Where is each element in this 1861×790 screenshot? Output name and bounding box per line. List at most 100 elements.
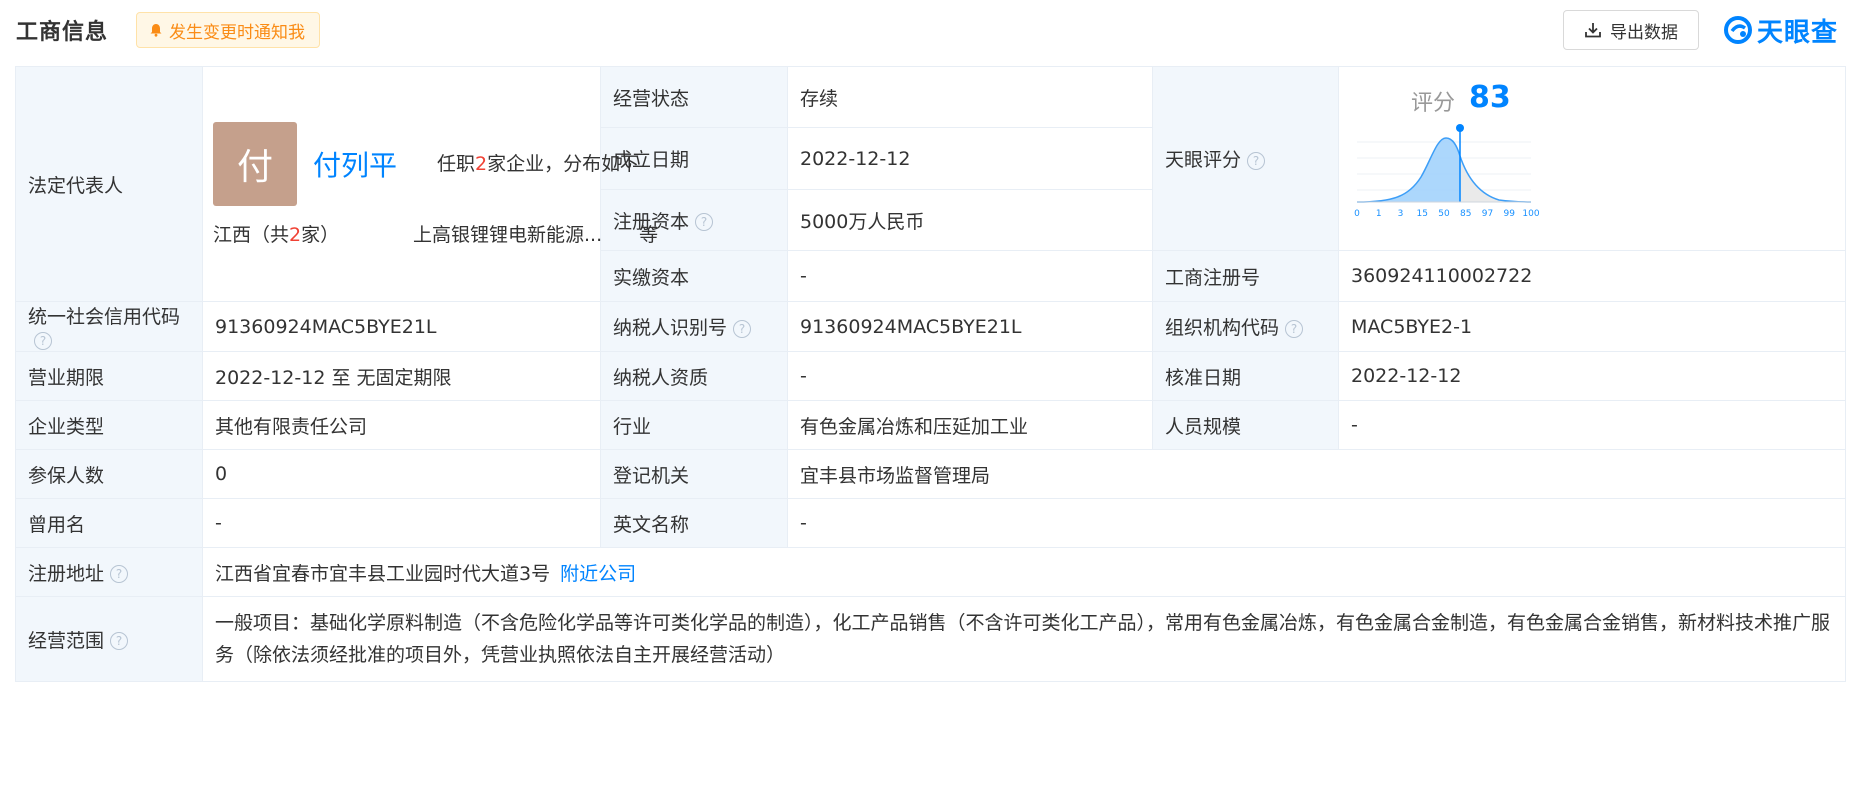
help-icon[interactable]: ? xyxy=(733,319,752,338)
region-suffix: 家） xyxy=(301,224,340,246)
legal-rep-etc[interactable]: 等 xyxy=(639,220,658,247)
authority-value-cell: 宜丰县市场监督管理局 xyxy=(787,449,1846,499)
taxpayer-id-value: 91360924MAC5BYE21L xyxy=(800,315,1022,338)
help-icon[interactable]: ? xyxy=(695,213,714,232)
credit-code-value: 91360924MAC5BYE21L xyxy=(215,315,437,338)
staff-value-cell: - xyxy=(1338,400,1846,450)
paid-capital-label-cell: 实缴资本 xyxy=(600,250,788,302)
chart-tick-label: 99 xyxy=(1504,209,1516,219)
org-code-value-cell: MAC5BYE2-1 xyxy=(1338,301,1846,352)
credit-code-label-cell: 统一社会信用代码? xyxy=(15,301,203,352)
term-value-cell: 2022-12-12 至 无固定期限 xyxy=(202,351,601,401)
authority-label-cell: 登记机关 xyxy=(600,449,788,499)
insured-value: 0 xyxy=(215,463,228,485)
chart-tick-label: 3 xyxy=(1398,209,1404,219)
help-icon[interactable]: ? xyxy=(34,331,52,350)
status-value-cell: 存续 xyxy=(787,65,1153,129)
former-name-label: 曾用名 xyxy=(28,513,86,536)
paid-capital-value-cell: - xyxy=(787,250,1153,302)
taxpayer-qual-label-cell: 纳税人资质 xyxy=(600,351,788,401)
brand-name: 天眼查 xyxy=(1757,17,1839,48)
reg-no-value-cell: 360924110002722 xyxy=(1338,250,1846,302)
term-label: 营业期限 xyxy=(28,366,105,389)
avatar[interactable]: 付 xyxy=(213,122,297,206)
status-label: 经营状态 xyxy=(613,87,690,110)
reg-capital-value: 5000万人民币 xyxy=(800,210,925,233)
score-label-cell: 天眼评分? xyxy=(1152,65,1339,252)
legal-rep-name-link[interactable]: 付列平 xyxy=(313,144,397,184)
download-icon xyxy=(1585,23,1601,38)
scope-label: 经营范围 xyxy=(28,629,105,652)
taxpayer-id-label: 纳税人识别号 xyxy=(613,317,728,339)
term-label-cell: 营业期限 xyxy=(15,351,203,401)
type-label: 企业类型 xyxy=(28,415,105,438)
taxpayer-qual-value-cell: - xyxy=(787,351,1153,401)
english-name-label: 英文名称 xyxy=(613,513,690,536)
help-icon[interactable]: ? xyxy=(1247,151,1266,170)
english-name-label-cell: 英文名称 xyxy=(600,498,788,548)
taxpayer-qual-label: 纳税人资质 xyxy=(613,366,709,389)
posts-suffix: 家企业，分布如下 xyxy=(487,153,640,175)
chart-tick-label: 15 xyxy=(1417,209,1428,219)
help-icon[interactable]: ? xyxy=(110,632,129,650)
score-distribution-chart[interactable]: 0 1 3 15 50 85 97 99 100 xyxy=(1349,122,1539,222)
approve-date-value: 2022-12-12 xyxy=(1351,365,1462,387)
region-prefix: 江西（共 xyxy=(213,224,290,246)
former-name-label-cell: 曾用名 xyxy=(15,498,203,548)
legal-rep-region[interactable]: 江西（共2家） xyxy=(213,220,339,247)
legal-rep-posts: 任职2家企业，分布如下 xyxy=(437,149,639,176)
posts-prefix: 任职 xyxy=(437,153,476,175)
chart-tick-label: 1 xyxy=(1376,209,1382,219)
brand-logo: 天眼查 xyxy=(1723,10,1838,50)
insured-label: 参保人数 xyxy=(28,464,105,487)
score-marker-dot xyxy=(1456,123,1464,132)
industry-value-cell: 有色金属冶炼和压延加工业 xyxy=(787,400,1153,450)
tianyancha-logo-icon xyxy=(1724,16,1752,44)
notify-button[interactable]: 发生变更时通知我 xyxy=(136,12,320,48)
export-label: 导出数据 xyxy=(1610,22,1678,43)
industry-label-cell: 行业 xyxy=(600,400,788,450)
org-code-value: MAC5BYE2-1 xyxy=(1351,315,1473,338)
chart-tick-label: 85 xyxy=(1460,209,1471,219)
type-value: 其他有限责任公司 xyxy=(215,415,368,438)
status-label-cell: 经营状态 xyxy=(600,65,788,129)
help-icon[interactable]: ? xyxy=(1285,319,1304,338)
chart-tick-labels: 0 1 3 15 50 85 97 99 100 xyxy=(1354,209,1539,219)
taxpayer-id-value-cell: 91360924MAC5BYE21L xyxy=(787,301,1153,352)
english-name-value-cell: - xyxy=(787,498,1846,548)
score-value: 83 xyxy=(1469,79,1511,115)
staff-value: - xyxy=(1351,414,1358,436)
status-value: 存续 xyxy=(800,87,839,110)
legal-rep-company-link[interactable]: 上高银锂锂电新能源... xyxy=(413,220,602,247)
reg-capital-value-cell: 5000万人民币 xyxy=(787,188,1153,252)
approve-date-label-cell: 核准日期 xyxy=(1152,351,1339,401)
chart-tick-label: 100 xyxy=(1522,209,1539,219)
posts-count: 2 xyxy=(475,153,488,175)
english-name-value: - xyxy=(800,512,807,534)
page-title: 工商信息 xyxy=(16,20,109,45)
nearby-companies-link[interactable]: 附近公司 xyxy=(560,563,636,585)
type-label-cell: 企业类型 xyxy=(15,400,203,450)
org-code-label: 组织机构代码 xyxy=(1165,317,1280,339)
distribution-curve-fill xyxy=(1357,137,1460,202)
header: 工商信息 发生变更时通知我 导出数据 天眼查 xyxy=(0,0,1861,63)
export-button[interactable]: 导出数据 xyxy=(1563,10,1699,50)
chart-tick-label: 0 xyxy=(1354,209,1360,219)
business-info-table: 法定代表人 付 付列平 任职2家企业，分布如下 江西（共2家） 上高银锂锂电新能… xyxy=(15,65,1846,682)
credit-code-value-cell: 91360924MAC5BYE21L xyxy=(202,301,601,352)
chart-tick-label: 50 xyxy=(1438,209,1450,219)
help-icon[interactable]: ? xyxy=(110,565,129,583)
address-label-cell: 注册地址? xyxy=(15,547,203,597)
insured-label-cell: 参保人数 xyxy=(15,449,203,499)
legal-rep-label-cell: 法定代表人 xyxy=(15,66,203,302)
paid-capital-label: 实缴资本 xyxy=(613,266,690,289)
chart-tick-label: 97 xyxy=(1482,209,1493,219)
credit-code-label: 统一社会信用代码 xyxy=(28,306,181,328)
authority-label: 登记机关 xyxy=(613,464,690,487)
former-name-value: - xyxy=(215,512,222,534)
bell-icon xyxy=(150,24,162,37)
reg-capital-label-cell: 注册资本? xyxy=(600,188,788,252)
scope-value: 一般项目：基础化学原料制造（不含危险化学品等许可类化学品的制造），化工产品销售（… xyxy=(215,612,1831,666)
org-code-label-cell: 组织机构代码? xyxy=(1152,301,1339,352)
scope-label-cell: 经营范围? xyxy=(15,596,203,682)
